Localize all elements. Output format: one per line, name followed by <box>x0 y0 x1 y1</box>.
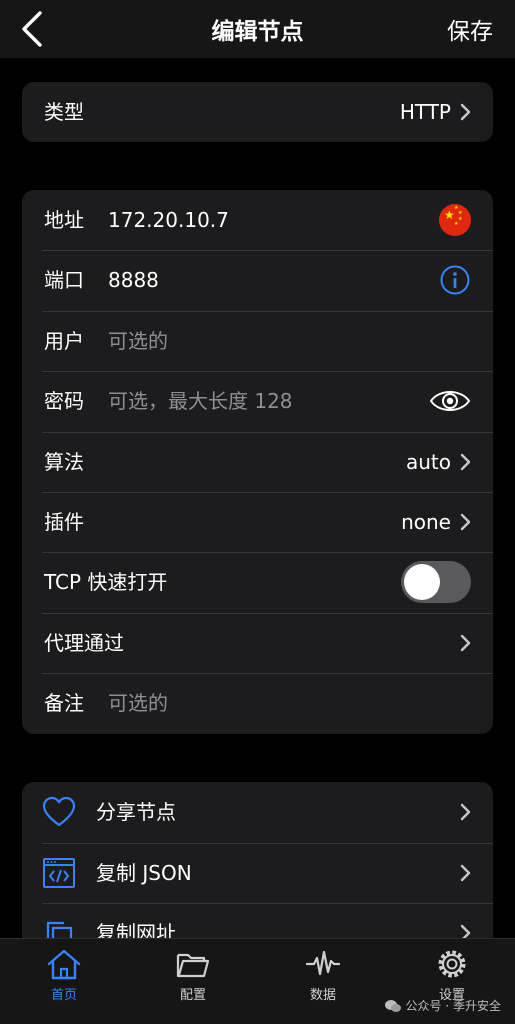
remark-label: 备注 <box>44 691 84 716</box>
algorithm-row[interactable]: 算法 auto <box>22 431 493 492</box>
eye-icon[interactable] <box>429 387 471 415</box>
type-value: HTTP <box>399 100 451 124</box>
navigation-bar: 编辑节点 保存 <box>0 0 515 58</box>
china-flag-icon: ★ ★ ★ ★ ★ <box>439 204 471 236</box>
tcp-fast-open-label: TCP 快速打开 <box>44 570 168 595</box>
chevron-right-icon <box>460 803 471 821</box>
type-label: 类型 <box>44 100 84 124</box>
proxy-via-row[interactable]: 代理通过 <box>22 612 493 673</box>
user-row: 用户 可选的 <box>22 310 493 371</box>
algorithm-label: 算法 <box>44 449 84 474</box>
save-button[interactable]: 保存 <box>447 12 493 46</box>
user-label: 用户 <box>44 328 84 353</box>
chevron-right-icon <box>460 103 471 121</box>
port-row: 端口 8888 <box>22 250 493 310</box>
copy-json-label: 复制 JSON <box>96 860 192 885</box>
plugin-value: none <box>401 509 451 534</box>
waveform-icon <box>305 950 341 976</box>
heart-icon <box>42 796 76 827</box>
watermark: 公众号 · 季升安全 <box>384 997 501 1014</box>
chevron-right-icon <box>460 864 471 881</box>
node-form-card: 地址 172.20.10.7 ★ ★ ★ ★ ★ 端口 8888 用户 可选的 … <box>22 190 493 734</box>
info-icon[interactable] <box>439 264 471 296</box>
page-title: 编辑节点 <box>211 19 304 45</box>
remark-row: 备注 可选的 <box>22 673 493 733</box>
tab-config[interactable]: 配置 <box>153 947 233 1003</box>
gear-icon <box>438 950 466 978</box>
algorithm-value: auto <box>405 449 451 474</box>
tab-data[interactable]: 数据 <box>283 947 363 1003</box>
code-window-icon <box>43 857 75 888</box>
copy-json-row[interactable]: 复制 JSON <box>22 842 493 904</box>
type-row[interactable]: 类型 HTTP <box>22 82 493 142</box>
remark-field[interactable]: 可选的 <box>108 673 168 733</box>
tcp-fast-open-toggle[interactable] <box>401 561 471 604</box>
chevron-right-icon <box>460 634 471 651</box>
plugin-label: 插件 <box>44 509 84 534</box>
password-row: 密码 可选，最大长度 128 <box>22 371 493 431</box>
chevron-right-icon <box>460 513 471 531</box>
address-label: 地址 <box>44 208 84 232</box>
tab-home-label: 首页 <box>50 988 77 1003</box>
share-node-label: 分享节点 <box>96 800 176 824</box>
tab-data-label: 数据 <box>309 988 336 1003</box>
port-field[interactable]: 8888 <box>108 250 159 310</box>
toggle-knob <box>404 564 440 601</box>
wechat-icon <box>384 999 401 1012</box>
proxy-via-label: 代理通过 <box>44 630 124 655</box>
chevron-right-icon <box>460 453 471 470</box>
tab-settings[interactable]: 设置 <box>412 947 492 1003</box>
home-icon <box>47 949 81 980</box>
address-field[interactable]: 172.20.10.7 <box>108 190 229 250</box>
password-field[interactable]: 可选，最大长度 128 <box>108 371 293 431</box>
address-row: 地址 172.20.10.7 ★ ★ ★ ★ ★ <box>22 190 493 250</box>
share-node-row[interactable]: 分享节点 <box>22 782 493 843</box>
watermark-text: 公众号 · 季升安全 <box>405 999 501 1013</box>
password-label: 密码 <box>44 389 84 414</box>
type-card: 类型 HTTP <box>22 82 493 142</box>
tab-bar: 首页 配置 数据 设置 公众号 · 季升安全 <box>0 938 515 1024</box>
tcp-fast-open-row: TCP 快速打开 <box>22 552 493 612</box>
user-field[interactable]: 可选的 <box>108 311 168 371</box>
folder-icon <box>176 953 210 978</box>
tab-config-label: 配置 <box>179 988 206 1003</box>
plugin-row[interactable]: 插件 none <box>22 491 493 552</box>
port-label: 端口 <box>44 268 84 293</box>
tab-home[interactable]: 首页 <box>24 947 104 1003</box>
